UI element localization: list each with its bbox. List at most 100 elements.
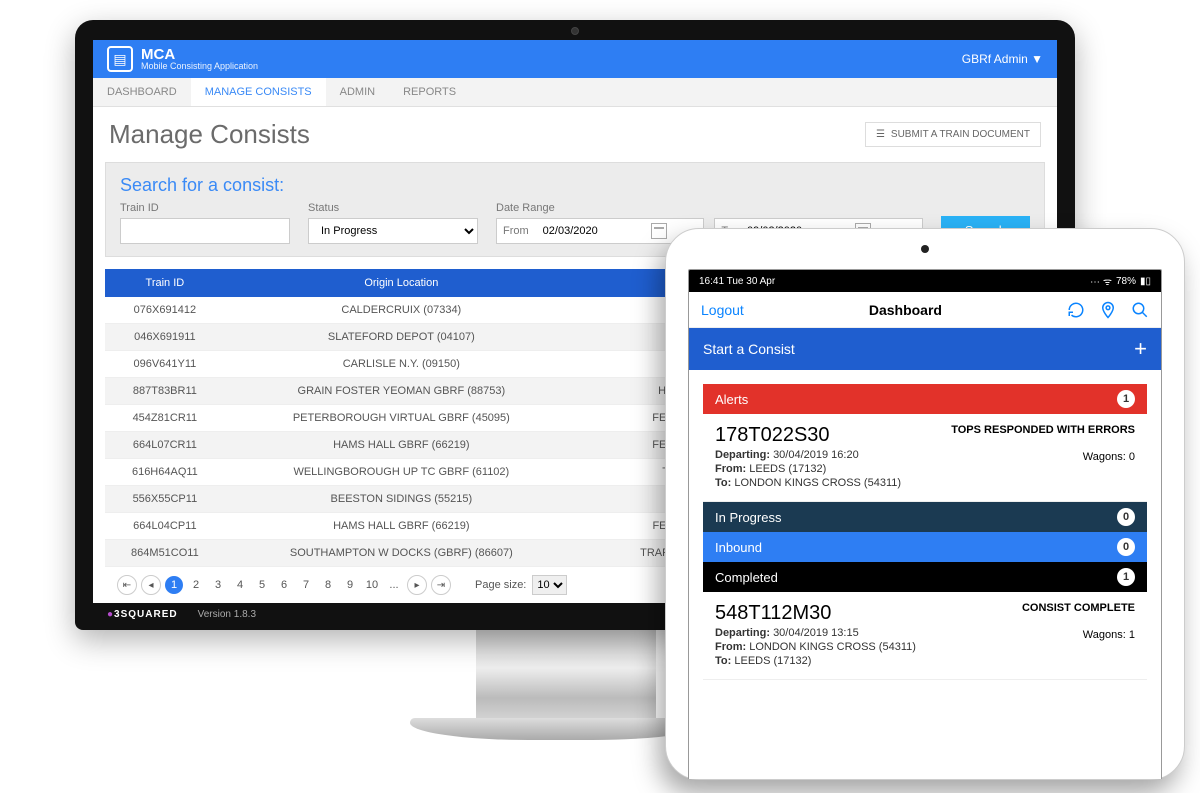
section-completed-label: Completed — [715, 570, 778, 585]
completed-train-id: 548T112M30 — [715, 602, 831, 625]
section-alerts[interactable]: Alerts 1 — [703, 384, 1147, 414]
pager-page-7[interactable]: 7 — [297, 576, 315, 594]
table-cell: 454Z81CR11 — [105, 405, 225, 432]
table-cell: 664L04CP11 — [105, 513, 225, 540]
table-cell: CARLISLE N.Y. (09150) — [225, 351, 578, 378]
table-cell: CALDERCRUIX (07334) — [225, 297, 578, 324]
nav-title: Dashboard — [869, 302, 942, 318]
table-cell: 046X691911 — [105, 324, 225, 351]
section-inprogress[interactable]: In Progress 0 — [703, 502, 1147, 532]
table-cell: 864M51CO11 — [105, 540, 225, 567]
plus-icon: + — [1134, 338, 1147, 360]
app-logo: ▤ MCA Mobile Consisting Application — [107, 46, 258, 72]
refresh-icon[interactable] — [1067, 301, 1085, 319]
table-cell: WELLINGBOROUGH UP TC GBRF (61102) — [225, 459, 578, 486]
train-id-input[interactable] — [120, 218, 290, 244]
version-label: Version 1.8.3 — [198, 609, 256, 620]
mobile-app: 16:41 Tue 30 Apr ⋯ ᯤ 78% ▮▯ Logout Dashb… — [688, 269, 1162, 779]
table-cell: 076X691412 — [105, 297, 225, 324]
brand-3squared: ●3SQUARED — [107, 609, 178, 620]
monitor-stand — [476, 628, 656, 728]
wagons-label: Wagons: — [1083, 629, 1126, 641]
col-header[interactable]: Train ID — [105, 269, 225, 297]
completed-status: CONSIST COMPLETE — [1022, 602, 1135, 614]
tab-reports[interactable]: REPORTS — [389, 78, 470, 106]
completed-to: LEEDS (17132) — [734, 655, 811, 667]
pager-next-button[interactable]: ▸ — [407, 575, 427, 595]
location-icon[interactable] — [1099, 301, 1117, 319]
pager-page-10[interactable]: 10 — [363, 576, 381, 594]
table-cell: 616H64AQ11 — [105, 459, 225, 486]
pager-last-button[interactable]: ⇥ — [431, 575, 451, 595]
ipad-camera-icon — [921, 245, 929, 253]
ipad-frame: 16:41 Tue 30 Apr ⋯ ᯤ 78% ▮▯ Logout Dashb… — [665, 228, 1185, 780]
inbound-badge: 0 — [1117, 538, 1135, 556]
page-size-label: Page size: — [475, 579, 526, 591]
tab-admin[interactable]: ADMIN — [326, 78, 389, 106]
from-label: From — [503, 225, 529, 237]
section-inbound[interactable]: Inbound 0 — [703, 532, 1147, 562]
date-from-input[interactable] — [535, 219, 645, 243]
pager-page-8[interactable]: 8 — [319, 576, 337, 594]
app-header: ▤ MCA Mobile Consisting Application GBRf… — [93, 40, 1057, 78]
pager-page-1[interactable]: 1 — [165, 576, 183, 594]
to-label: To: — [715, 477, 731, 489]
train-id-label: Train ID — [120, 202, 290, 214]
wagons-label: Wagons: — [1083, 451, 1126, 463]
pager-page-4[interactable]: 4 — [231, 576, 249, 594]
pager-first-button[interactable]: ⇤ — [117, 575, 137, 595]
from-label: From: — [715, 641, 746, 653]
pager-page-3[interactable]: 3 — [209, 576, 227, 594]
tab-dashboard[interactable]: DASHBOARD — [93, 78, 191, 106]
table-cell: SLATEFORD DEPOT (04107) — [225, 324, 578, 351]
battery-icon: ▮▯ — [1140, 276, 1151, 287]
table-cell: HAMS HALL GBRF (66219) — [225, 513, 578, 540]
table-cell: SOUTHAMPTON W DOCKS (GBRF) (86607) — [225, 540, 578, 567]
status-select[interactable]: In Progress — [308, 218, 478, 244]
completed-wagons: 1 — [1129, 629, 1135, 641]
table-cell: 096V641Y11 — [105, 351, 225, 378]
page-title: Manage Consists — [109, 119, 310, 150]
completed-card[interactable]: 548T112M30 CONSIST COMPLETE Departing: 3… — [703, 592, 1147, 680]
completed-departing: 30/04/2019 13:15 — [773, 627, 859, 639]
departing-label: Departing: — [715, 449, 770, 461]
submit-train-doc-button[interactable]: ☰ SUBMIT A TRAIN DOCUMENT — [865, 122, 1041, 147]
document-icon: ☰ — [876, 129, 885, 140]
section-completed[interactable]: Completed 1 — [703, 562, 1147, 592]
alert-card[interactable]: 178T022S30 TOPS RESPONDED WITH ERRORS De… — [703, 414, 1147, 502]
pager-page-...[interactable]: ... — [385, 576, 403, 594]
completed-from: LONDON KINGS CROSS (54311) — [749, 641, 916, 653]
status-time: 16:41 Tue 30 Apr — [699, 276, 775, 287]
alert-to: LONDON KINGS CROSS (54311) — [734, 477, 901, 489]
status-label: Status — [308, 202, 478, 214]
pager-page-9[interactable]: 9 — [341, 576, 359, 594]
mobile-body: Alerts 1 178T022S30 TOPS RESPONDED WITH … — [689, 370, 1161, 694]
tabbar: DASHBOARDMANAGE CONSISTSADMINREPORTS — [93, 78, 1057, 107]
start-consist-button[interactable]: Start a Consist + — [689, 328, 1161, 370]
alert-wagons: 0 — [1129, 451, 1135, 463]
section-alerts-label: Alerts — [715, 392, 748, 407]
pager-page-6[interactable]: 6 — [275, 576, 293, 594]
alert-departing: 30/04/2019 16:20 — [773, 449, 859, 461]
alert-from: LEEDS (17132) — [749, 463, 826, 475]
alert-train-id: 178T022S30 — [715, 424, 830, 447]
alerts-badge: 1 — [1117, 390, 1135, 408]
search-icon[interactable] — [1131, 301, 1149, 319]
ipad-camera-row — [666, 229, 1184, 269]
section-inprogress-label: In Progress — [715, 510, 781, 525]
user-menu[interactable]: GBRf Admin ▼ — [962, 52, 1043, 66]
logout-button[interactable]: Logout — [701, 302, 744, 318]
pager-prev-button[interactable]: ◂ — [141, 575, 161, 595]
pager-page-2[interactable]: 2 — [187, 576, 205, 594]
page-size-select[interactable]: 10 — [532, 575, 567, 595]
from-label: From: — [715, 463, 746, 475]
ios-status-bar: 16:41 Tue 30 Apr ⋯ ᯤ 78% ▮▯ — [689, 270, 1161, 292]
ios-navbar: Logout Dashboard — [689, 292, 1161, 328]
table-cell: 664L07CR11 — [105, 432, 225, 459]
pager-page-5[interactable]: 5 — [253, 576, 271, 594]
submit-train-doc-label: SUBMIT A TRAIN DOCUMENT — [891, 129, 1030, 140]
table-cell: GRAIN FOSTER YEOMAN GBRF (88753) — [225, 378, 578, 405]
calendar-icon[interactable] — [651, 223, 667, 239]
tab-manage-consists[interactable]: MANAGE CONSISTS — [191, 78, 326, 106]
col-header[interactable]: Origin Location — [225, 269, 578, 297]
